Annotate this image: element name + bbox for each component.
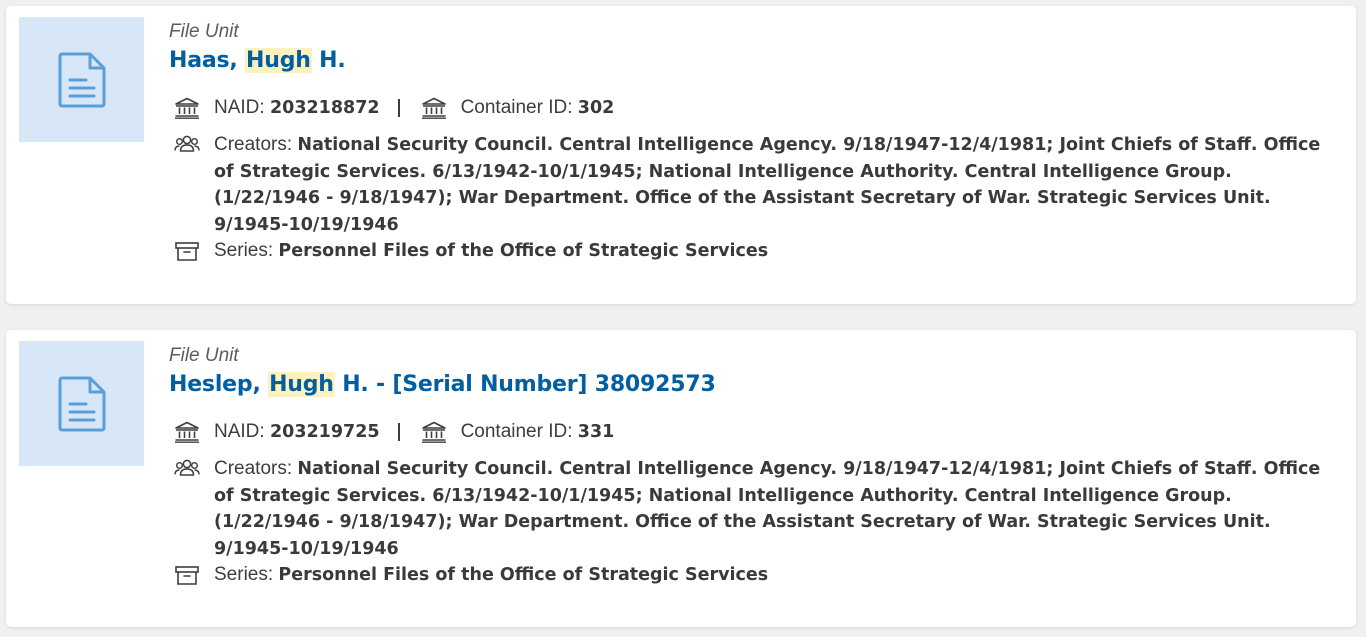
result-thumbnail[interactable]: [19, 17, 144, 142]
container-value: 302: [577, 98, 615, 118]
people-icon: [174, 135, 200, 152]
document-icon: [58, 52, 105, 107]
creators-value: National Security Council. Central Intel…: [214, 135, 1321, 235]
title-text: Haas,: [169, 48, 246, 73]
title-text: H.: [311, 48, 346, 73]
series-label: Series:: [214, 564, 274, 585]
archive-box-icon: [175, 566, 199, 585]
building-icon: [421, 97, 446, 119]
building-icon: [175, 97, 199, 119]
naid-label: NAID:: [214, 97, 265, 118]
creators-label: Creators:: [214, 458, 293, 479]
naid-value: 203219725: [269, 422, 380, 442]
container-label: Container ID:: [460, 421, 573, 442]
title-text: Heslep,: [169, 372, 269, 397]
title-highlight: Hugh: [268, 372, 335, 397]
record-type-label: File Unit: [169, 21, 239, 42]
naid-label: NAID:: [214, 421, 265, 442]
creators-row: Creators: National Security Council. Cen…: [169, 456, 1336, 562]
document-icon: [58, 376, 105, 431]
building-icon: [175, 421, 199, 443]
creators-value: National Security Council. Central Intel…: [214, 459, 1321, 559]
archive-box-icon: [175, 242, 199, 261]
series-value: Personnel Files of the Office of Strateg…: [278, 565, 769, 585]
series-row: Series: Personnel Files of the Office of…: [169, 238, 1336, 265]
series-value: Personnel Files of the Office of Strateg…: [278, 241, 769, 261]
series-label: Series:: [214, 240, 274, 261]
separator: [397, 99, 400, 117]
people-icon: [174, 459, 200, 476]
building-icon: [421, 421, 446, 443]
naid-value: 203218872: [269, 98, 380, 118]
identifiers-row: NAID: 203218872 Container ID: 302: [169, 95, 1336, 121]
identifiers-row: NAID: 203219725 Container ID: 331: [169, 419, 1336, 445]
result-thumbnail[interactable]: [19, 341, 144, 466]
creators-label: Creators:: [214, 134, 293, 155]
container-label: Container ID:: [460, 97, 573, 118]
title-text: H. - [Serial Number] 38092573: [334, 372, 716, 397]
separator: [397, 423, 400, 441]
container-value: 331: [577, 422, 615, 442]
series-row: Series: Personnel Files of the Office of…: [169, 562, 1336, 589]
result-card: File Unit Haas, Hugh H. NAID: 203218872: [6, 6, 1356, 304]
title-highlight: Hugh: [245, 48, 312, 73]
creators-row: Creators: National Security Council. Cen…: [169, 132, 1336, 238]
record-type-label: File Unit: [169, 345, 239, 366]
result-title-link[interactable]: Heslep, Hugh H. - [Serial Number] 380925…: [169, 370, 1336, 400]
result-card: File Unit Heslep, Hugh H. - [Serial Numb…: [6, 330, 1356, 627]
result-title-link[interactable]: Haas, Hugh H.: [169, 46, 1336, 76]
